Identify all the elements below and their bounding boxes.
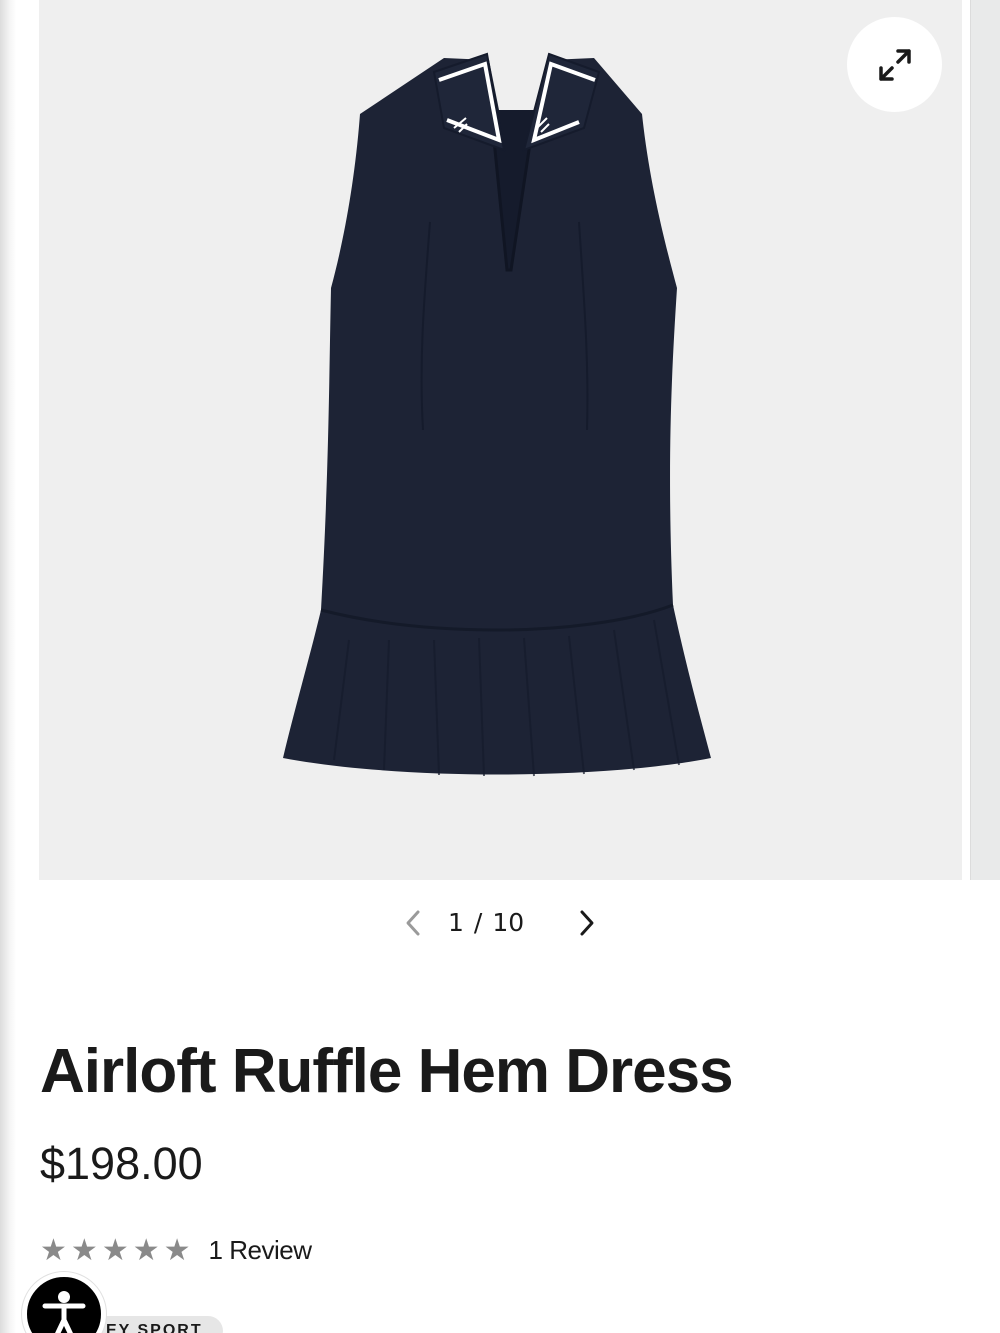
product-tag-badge: EY SPORT bbox=[86, 1316, 223, 1333]
expand-arrows-icon bbox=[878, 48, 911, 81]
product-title: Airloft Ruffle Hem Dress bbox=[40, 1037, 734, 1106]
product-image-gallery[interactable] bbox=[39, 0, 962, 880]
accessibility-person-icon bbox=[42, 1291, 86, 1333]
chevron-left-icon bbox=[406, 910, 420, 936]
star-icon: ★ bbox=[40, 1232, 67, 1268]
image-counter: 1 / 10 bbox=[448, 908, 558, 937]
product-image bbox=[283, 52, 711, 777]
previous-image-button[interactable] bbox=[396, 904, 430, 942]
image-pager: 1 / 10 bbox=[0, 900, 1000, 946]
star-icon: ★ bbox=[101, 1232, 129, 1268]
product-price: $198.00 bbox=[40, 1138, 203, 1189]
next-slide-preview[interactable] bbox=[970, 0, 1000, 880]
image-counter-total: 10 bbox=[492, 908, 525, 937]
image-counter-current: 1 bbox=[448, 908, 464, 937]
product-rating[interactable]: ★ ★ ★ ★ ★ 1 Review bbox=[40, 1232, 312, 1268]
star-icon: ★ bbox=[70, 1232, 98, 1268]
chevron-right-icon bbox=[580, 910, 594, 936]
star-icon: ★ bbox=[132, 1232, 160, 1268]
page-left-edge bbox=[0, 0, 16, 1333]
expand-image-button[interactable] bbox=[847, 17, 942, 112]
star-icon: ★ bbox=[163, 1232, 191, 1268]
accessibility-button[interactable] bbox=[22, 1272, 106, 1333]
image-counter-separator: / bbox=[473, 908, 483, 937]
review-count-link[interactable]: 1 Review bbox=[209, 1235, 312, 1266]
next-image-button[interactable] bbox=[570, 904, 604, 942]
rating-stars: ★ ★ ★ ★ ★ bbox=[40, 1232, 191, 1268]
